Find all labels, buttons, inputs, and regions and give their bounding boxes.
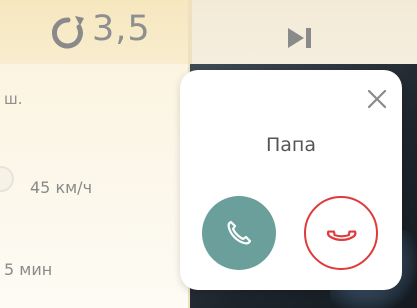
time-value: 5 мин <box>4 260 53 279</box>
u-turn-arrow-icon <box>51 16 84 49</box>
close-icon[interactable] <box>366 88 388 110</box>
turn-distance: 3,5 <box>92 9 151 49</box>
speed-value: 45 км/ч <box>30 178 93 197</box>
phone-accept-icon <box>227 220 252 245</box>
accept-call-button[interactable] <box>202 196 276 270</box>
decline-call-button[interactable] <box>304 196 378 270</box>
road-name-fragment: ш. <box>4 90 23 108</box>
caller-name: Папа <box>266 134 316 156</box>
next-track-icon[interactable] <box>286 26 314 50</box>
incoming-call-card: Папа <box>180 70 402 290</box>
phone-decline-icon <box>326 230 357 241</box>
